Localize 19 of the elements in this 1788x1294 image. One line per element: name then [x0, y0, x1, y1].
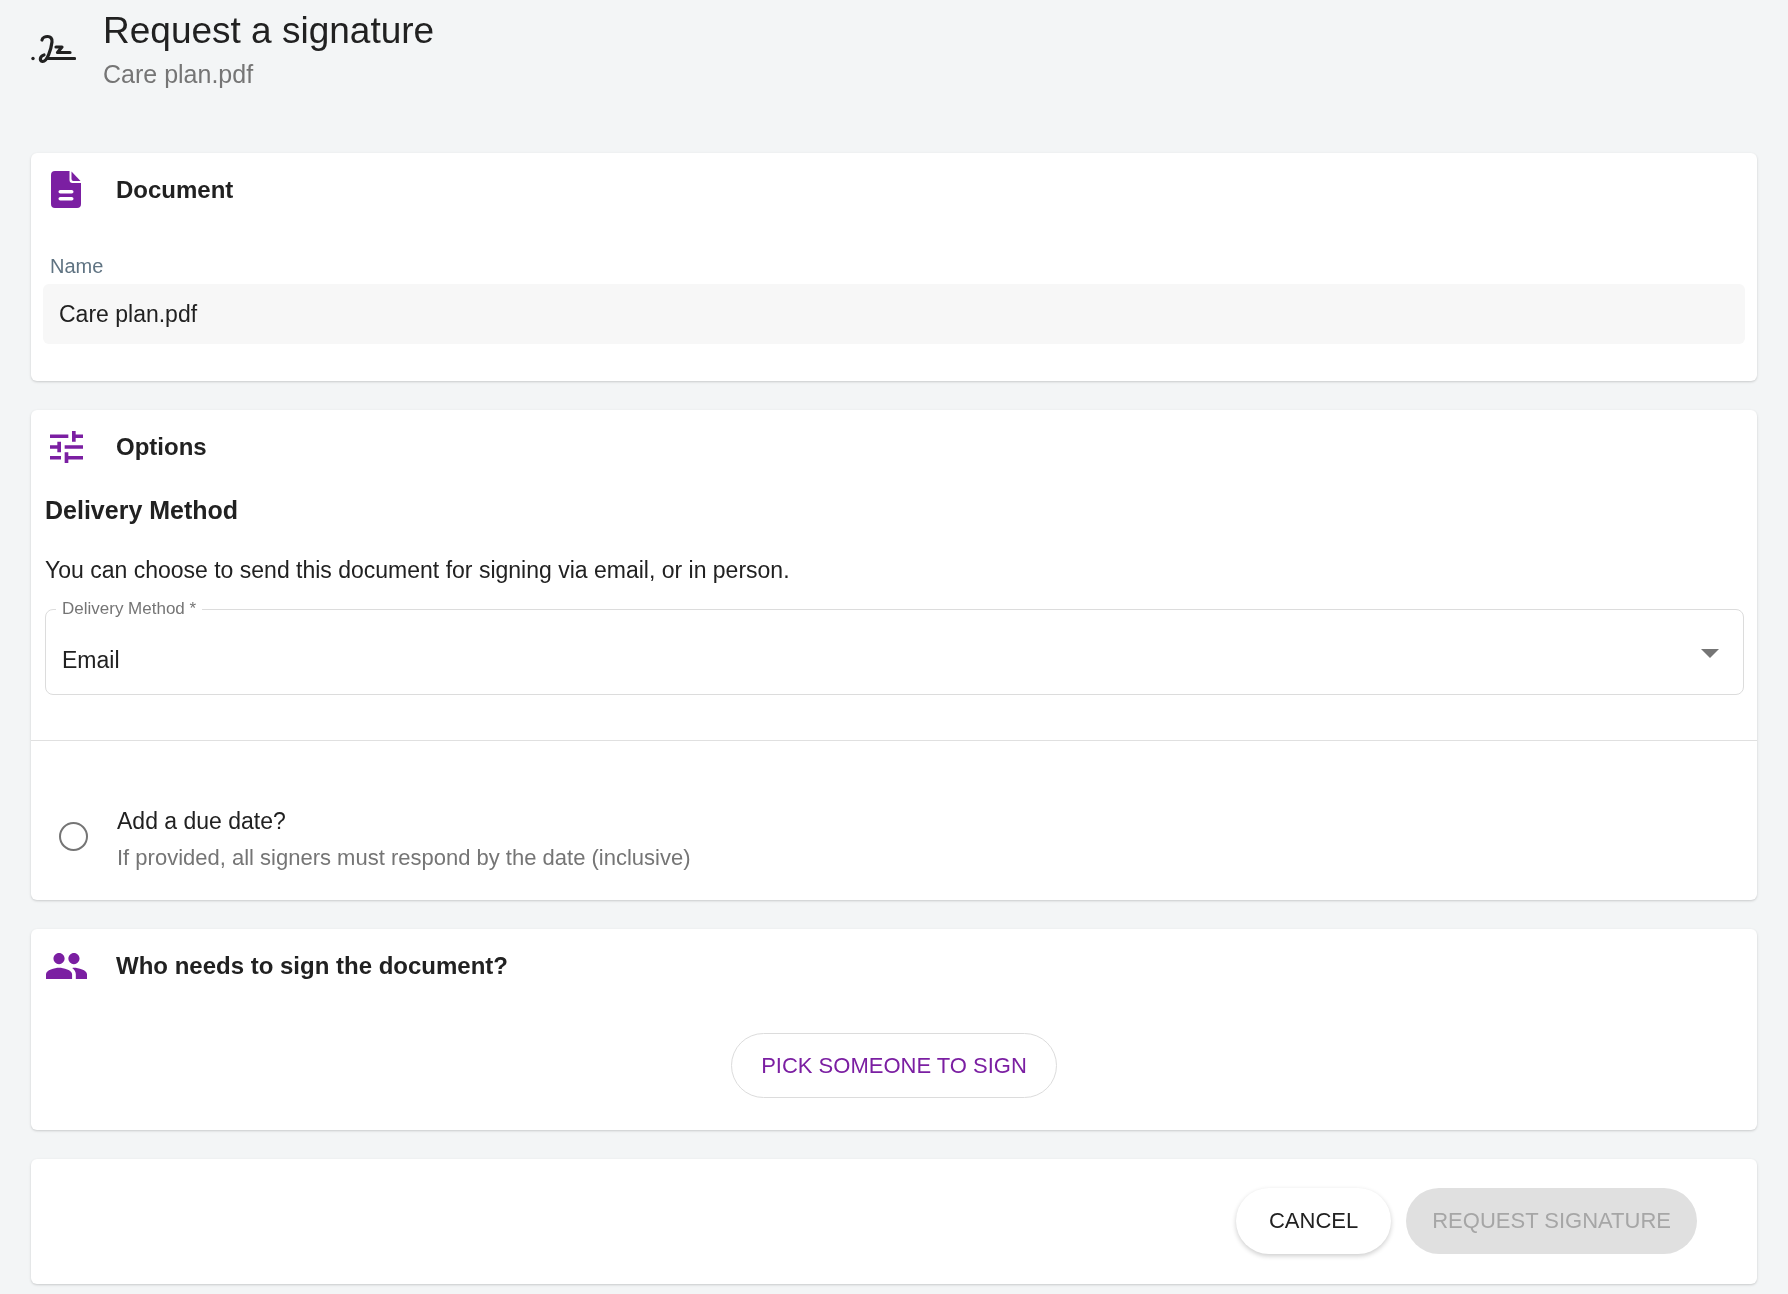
page-subtitle: Care plan.pdf: [103, 59, 255, 90]
section-heading: Document: [116, 174, 234, 205]
document-icon: [51, 171, 81, 208]
description-text: You can choose to send this document for signing via email, or in person.: [45, 556, 790, 584]
sliders-icon: [49, 430, 83, 463]
dropdown-arrow-icon: [1701, 649, 1719, 658]
page-title: Request a signature: [103, 9, 435, 53]
section-subheading: Delivery Method: [45, 495, 239, 525]
due-date-hint: If provided, all signers must respond by the date (inclusive): [117, 845, 691, 871]
due-date-label: Add a due date?: [117, 807, 286, 835]
section-heading: Who needs to sign the document?: [116, 950, 508, 981]
field-label: Name: [50, 254, 104, 278]
people-icon: [45, 952, 87, 979]
name-field[interactable]: Care plan.pdf: [43, 284, 1745, 344]
pick-signer-button[interactable]: PICK SOMEONE TO SIGN: [731, 1033, 1057, 1098]
cancel-button[interactable]: CANCEL: [1235, 1188, 1392, 1254]
signature-icon: [31, 34, 76, 64]
section-heading: Options: [116, 431, 207, 462]
radio-button[interactable]: [59, 822, 88, 851]
